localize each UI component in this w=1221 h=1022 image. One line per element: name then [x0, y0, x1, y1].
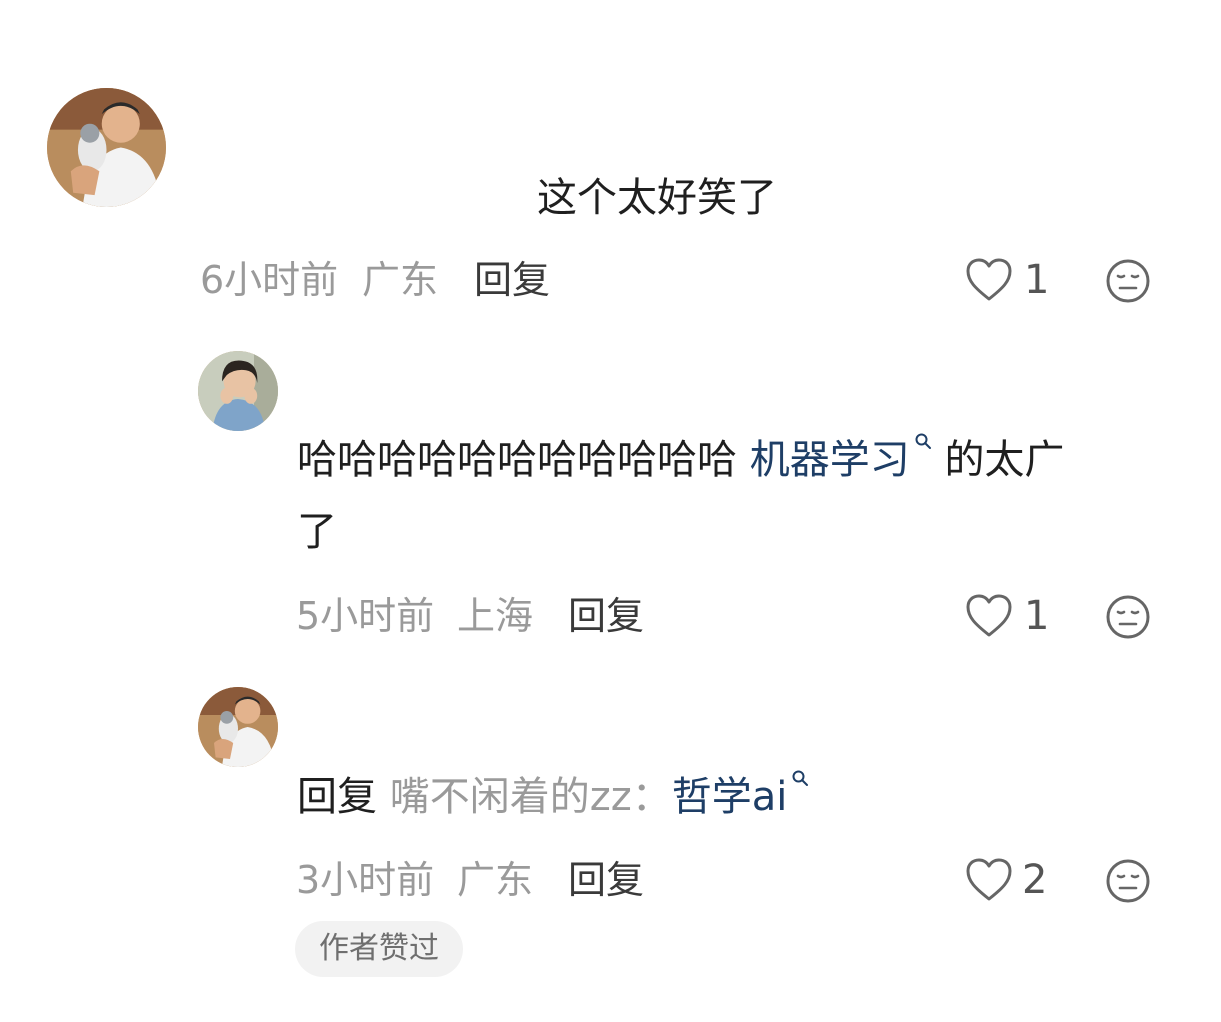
- reply-button[interactable]: 回复: [568, 596, 644, 636]
- avatar[interactable]: [198, 351, 278, 431]
- comment-text: 这个太好笑了: [537, 175, 777, 221]
- heart-outline-icon[interactable]: [965, 257, 1013, 303]
- comment-text: 哈哈哈哈哈哈哈哈哈哈哈 机器学习 的太广: [297, 424, 1064, 496]
- reply-button[interactable]: 回复: [568, 860, 644, 900]
- comment-location: 上海: [457, 594, 534, 638]
- comment-time: 6小时前: [200, 258, 339, 302]
- reply-prefix: 回复: [297, 774, 377, 820]
- search-link[interactable]: 机器学习: [750, 437, 910, 483]
- like-count: 2: [1022, 857, 1048, 903]
- like-count: 1: [1024, 257, 1050, 303]
- avatar[interactable]: [47, 88, 166, 207]
- reply-to-username[interactable]: 嘴不闲着的zz：: [390, 774, 672, 820]
- comment-text-prefix: 哈哈哈哈哈哈哈哈哈哈哈: [297, 437, 737, 483]
- neutral-face-icon[interactable]: [1105, 858, 1151, 904]
- comment-time: 3小时前: [296, 858, 435, 902]
- search-icon[interactable]: [791, 769, 809, 787]
- user-avatar-image: [198, 351, 278, 431]
- search-icon[interactable]: [914, 432, 932, 450]
- comment-location: 广东: [457, 858, 534, 902]
- avatar[interactable]: [198, 687, 278, 767]
- comment-text-suffix: 的太广: [944, 437, 1065, 483]
- neutral-face-icon[interactable]: [1105, 594, 1151, 640]
- author-liked-badge: 作者赞过: [295, 921, 463, 977]
- heart-outline-icon[interactable]: [965, 857, 1013, 903]
- user-avatar-image: [47, 88, 166, 207]
- user-avatar-image: [198, 687, 278, 767]
- comment-time: 5小时前: [296, 594, 435, 638]
- neutral-face-icon[interactable]: [1105, 258, 1151, 304]
- comment-location: 广东: [362, 258, 439, 302]
- search-link[interactable]: 哲学ai: [672, 774, 788, 820]
- like-count: 1: [1024, 593, 1050, 639]
- reply-button[interactable]: 回复: [474, 260, 550, 300]
- heart-outline-icon[interactable]: [965, 593, 1013, 639]
- comment-text-line2: 了: [297, 509, 337, 555]
- comment-text: 回复 嘴不闲着的zz：哲学ai: [297, 761, 809, 833]
